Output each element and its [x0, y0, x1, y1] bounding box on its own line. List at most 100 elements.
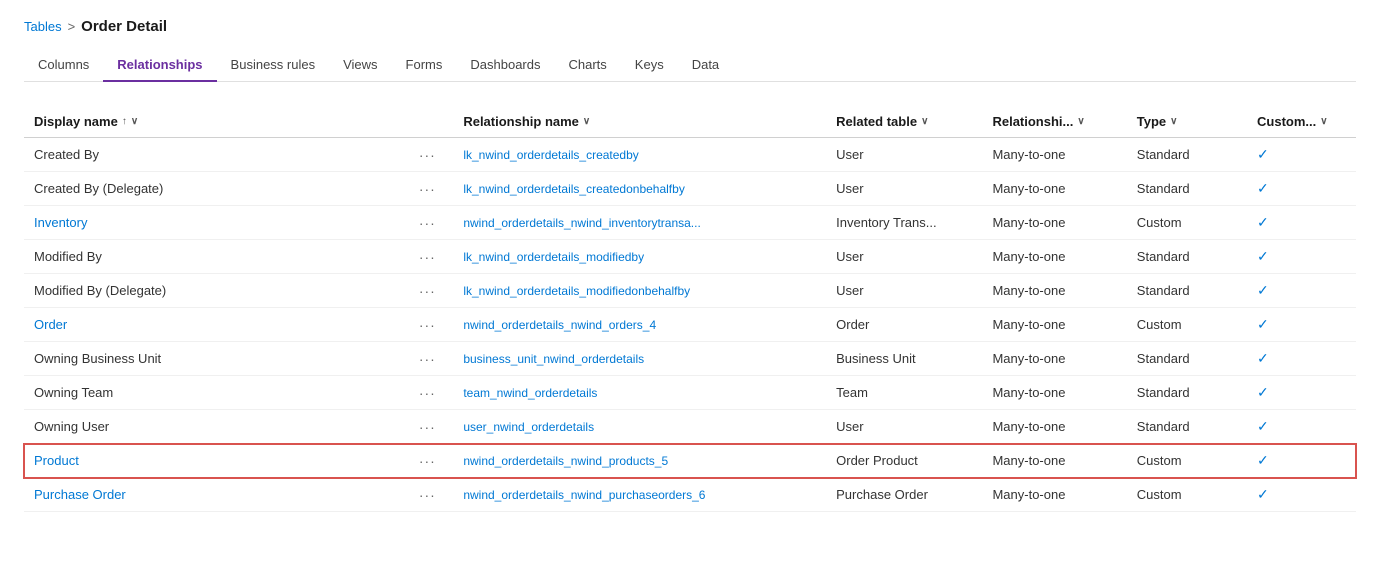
cell-display-name: Created By	[24, 138, 409, 172]
cell-display-name: Owning Business Unit	[24, 342, 409, 376]
row-context-menu-dots[interactable]: ···	[409, 444, 453, 478]
cell-display-name[interactable]: Order	[24, 308, 409, 342]
cell-type: Custom	[1127, 478, 1247, 512]
cell-relationship-name[interactable]: team_nwind_orderdetails	[453, 376, 826, 410]
row-context-menu-dots[interactable]: ···	[409, 410, 453, 444]
cell-relationship-name[interactable]: lk_nwind_orderdetails_createdby	[453, 138, 826, 172]
cell-relationship-name[interactable]: lk_nwind_orderdetails_modifiedby	[453, 240, 826, 274]
row-context-menu-dots[interactable]: ···	[409, 240, 453, 274]
col-header-dots	[409, 106, 453, 138]
table-row[interactable]: Owning User···user_nwind_orderdetailsUse…	[24, 410, 1356, 444]
row-context-menu-dots[interactable]: ···	[409, 274, 453, 308]
cell-display-name: Created By (Delegate)	[24, 172, 409, 206]
cell-custom-check: ✓	[1247, 342, 1356, 376]
cell-related-table: User	[826, 240, 982, 274]
cell-display-name[interactable]: Product	[24, 444, 409, 478]
checkmark-icon: ✓	[1257, 418, 1269, 434]
row-context-menu-dots[interactable]: ···	[409, 376, 453, 410]
cell-relationship-name[interactable]: nwind_orderdetails_nwind_inventorytransа…	[453, 206, 826, 240]
col-header-custom[interactable]: Custom... ∨	[1247, 106, 1356, 138]
cell-custom-check: ✓	[1247, 274, 1356, 308]
breadcrumb-tables-link[interactable]: Tables	[24, 19, 62, 34]
cell-related-table: User	[826, 274, 982, 308]
row-context-menu-dots[interactable]: ···	[409, 478, 453, 512]
cell-display-name[interactable]: Purchase Order	[24, 478, 409, 512]
checkmark-icon: ✓	[1257, 146, 1269, 162]
table-row[interactable]: Owning Business Unit···business_unit_nwi…	[24, 342, 1356, 376]
checkmark-icon: ✓	[1257, 180, 1269, 196]
tab-forms[interactable]: Forms	[392, 49, 457, 82]
filter-chevron-icon[interactable]: ∨	[131, 116, 138, 127]
cell-relationship-name[interactable]: user_nwind_orderdetails	[453, 410, 826, 444]
cell-relationship-type: Many-to-one	[982, 342, 1126, 376]
row-context-menu-dots[interactable]: ···	[409, 172, 453, 206]
cell-related-table: Purchase Order	[826, 478, 982, 512]
checkmark-icon: ✓	[1257, 214, 1269, 230]
cell-display-name: Owning User	[24, 410, 409, 444]
relationships-table: Display name ↑ ∨ Relationship name ∨	[24, 106, 1356, 512]
cell-custom-check: ✓	[1247, 308, 1356, 342]
cell-type: Standard	[1127, 138, 1247, 172]
cell-related-table: Order	[826, 308, 982, 342]
tab-keys[interactable]: Keys	[621, 49, 678, 82]
cell-type: Standard	[1127, 376, 1247, 410]
cell-relationship-name[interactable]: lk_nwind_orderdetails_modifiedonbehalfby	[453, 274, 826, 308]
table-row[interactable]: Modified By (Delegate)···lk_nwind_orderd…	[24, 274, 1356, 308]
col-header-relationship-type[interactable]: Relationshi... ∨	[982, 106, 1126, 138]
col-header-relationship-name[interactable]: Relationship name ∨	[453, 106, 826, 138]
cell-display-name[interactable]: Inventory	[24, 206, 409, 240]
breadcrumb-separator: >	[68, 19, 76, 34]
cell-type: Custom	[1127, 444, 1247, 478]
cell-related-table: User	[826, 138, 982, 172]
table-row[interactable]: Modified By···lk_nwind_orderdetails_modi…	[24, 240, 1356, 274]
checkmark-icon: ✓	[1257, 486, 1269, 502]
cell-custom-check: ✓	[1247, 138, 1356, 172]
tab-columns[interactable]: Columns	[24, 49, 103, 82]
cell-relationship-type: Many-to-one	[982, 240, 1126, 274]
cell-custom-check: ✓	[1247, 478, 1356, 512]
cell-relationship-name[interactable]: business_unit_nwind_orderdetails	[453, 342, 826, 376]
breadcrumb-current: Order Detail	[81, 18, 167, 35]
cell-custom-check: ✓	[1247, 376, 1356, 410]
tab-dashboards[interactable]: Dashboards	[456, 49, 554, 82]
custom-filter-icon[interactable]: ∨	[1320, 116, 1327, 127]
cell-type: Standard	[1127, 342, 1247, 376]
cell-relationship-name[interactable]: nwind_orderdetails_nwind_products_5	[453, 444, 826, 478]
cell-type: Standard	[1127, 172, 1247, 206]
cell-display-name: Modified By (Delegate)	[24, 274, 409, 308]
tab-business-rules[interactable]: Business rules	[217, 49, 330, 82]
row-context-menu-dots[interactable]: ···	[409, 138, 453, 172]
table-row[interactable]: Owning Team···team_nwind_orderdetailsTea…	[24, 376, 1356, 410]
cell-relationship-name[interactable]: nwind_orderdetails_nwind_purchaseorders_…	[453, 478, 826, 512]
cell-related-table: User	[826, 410, 982, 444]
table-row[interactable]: Order···nwind_orderdetails_nwind_orders_…	[24, 308, 1356, 342]
tab-data[interactable]: Data	[678, 49, 733, 82]
type-filter-icon[interactable]: ∨	[1170, 116, 1177, 127]
related-table-filter-icon[interactable]: ∨	[921, 116, 928, 127]
table-row[interactable]: Created By···lk_nwind_orderdetails_creat…	[24, 138, 1356, 172]
table-row[interactable]: Product···nwind_orderdetails_nwind_produ…	[24, 444, 1356, 478]
sort-asc-icon: ↑	[122, 116, 127, 127]
table-row[interactable]: Created By (Delegate)···lk_nwind_orderde…	[24, 172, 1356, 206]
rel-name-filter-icon[interactable]: ∨	[583, 116, 590, 127]
cell-relationship-name[interactable]: lk_nwind_orderdetails_createdonbehalfby	[453, 172, 826, 206]
tab-views[interactable]: Views	[329, 49, 391, 82]
cell-related-table: User	[826, 172, 982, 206]
rel-type-filter-icon[interactable]: ∨	[1077, 116, 1084, 127]
table-row[interactable]: Purchase Order···nwind_orderdetails_nwin…	[24, 478, 1356, 512]
table-row[interactable]: Inventory···nwind_orderdetails_nwind_inv…	[24, 206, 1356, 240]
row-context-menu-dots[interactable]: ···	[409, 342, 453, 376]
checkmark-icon: ✓	[1257, 248, 1269, 264]
cell-related-table: Business Unit	[826, 342, 982, 376]
tab-charts[interactable]: Charts	[555, 49, 621, 82]
cell-relationship-name[interactable]: nwind_orderdetails_nwind_orders_4	[453, 308, 826, 342]
cell-custom-check: ✓	[1247, 410, 1356, 444]
row-context-menu-dots[interactable]: ···	[409, 308, 453, 342]
col-header-type[interactable]: Type ∨	[1127, 106, 1247, 138]
col-header-related-table[interactable]: Related table ∨	[826, 106, 982, 138]
cell-related-table: Inventory Trans...	[826, 206, 982, 240]
tab-relationships[interactable]: Relationships	[103, 49, 216, 82]
row-context-menu-dots[interactable]: ···	[409, 206, 453, 240]
cell-custom-check: ✓	[1247, 206, 1356, 240]
col-header-display-name[interactable]: Display name ↑ ∨	[24, 106, 409, 138]
